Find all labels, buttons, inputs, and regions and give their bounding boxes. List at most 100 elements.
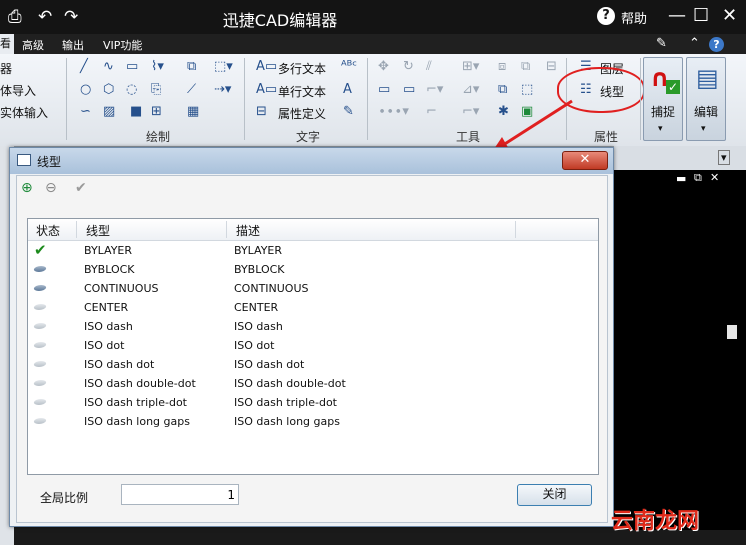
canvas-minimize-icon[interactable]: ▬: [676, 172, 686, 185]
linetype-state-icon: [32, 266, 48, 272]
linetype-state-icon: [32, 342, 48, 348]
table-row[interactable]: ✔ BYLAYER BYLAYER: [28, 241, 598, 261]
group-icon[interactable]: ⧈: [498, 59, 506, 74]
text-edit-icon[interactable]: ✎: [343, 104, 354, 119]
linetype-description: ISO dot: [234, 339, 275, 352]
line-icon[interactable]: ╱: [80, 59, 88, 74]
rotate-icon[interactable]: ↻: [403, 59, 414, 74]
circle-icon[interactable]: ○: [80, 82, 91, 97]
dots-icon[interactable]: ∙∙∙▾: [378, 104, 409, 119]
trim-icon[interactable]: ⌐▾: [426, 82, 443, 97]
box2-icon[interactable]: ▭: [403, 82, 415, 97]
snap-button[interactable]: ∩ ✓ 捕捉 ▾: [643, 57, 683, 141]
text-icon[interactable]: A▭: [256, 82, 277, 97]
drawing-canvas[interactable]: ▬ ⧉ ✕: [614, 170, 746, 530]
edit-button[interactable]: ▤ 编辑 ▾: [686, 57, 726, 141]
arrow-dropdown-icon[interactable]: ⇢▾: [214, 82, 231, 97]
load-linetype-icon[interactable]: ⊕: [21, 180, 33, 196]
column-header-linetype[interactable]: 线型: [86, 222, 110, 239]
polygon-icon[interactable]: ⬡: [103, 82, 114, 97]
text-style-icon[interactable]: A: [343, 82, 352, 97]
table-row[interactable]: BYBLOCK BYBLOCK: [28, 261, 598, 280]
dialog-body: ⊕ ⊖ ✔ 状态 线型 描述 ✔ BYLAYER BYLAYER BYBLOCK BYB…: [16, 175, 608, 523]
table-row[interactable]: ISO dash dot ISO dash dot: [28, 356, 598, 375]
delete-linetype-icon[interactable]: ⊖: [45, 180, 57, 196]
array-icon[interactable]: ⊞▾: [462, 59, 479, 74]
global-scale-input[interactable]: [121, 484, 239, 505]
dialog-close-button[interactable]: ✕: [562, 151, 608, 170]
window-close-button[interactable]: ✕: [722, 5, 737, 26]
polyline-icon[interactable]: ∿: [103, 59, 114, 74]
table-row[interactable]: ISO dot ISO dot: [28, 337, 598, 356]
menu-item-active[interactable]: 看: [0, 34, 14, 54]
polyline-dropdown-icon[interactable]: ⌇▾: [151, 59, 164, 74]
linetype-state-icon: [32, 418, 48, 424]
pen-icon[interactable]: ✎: [656, 36, 667, 51]
menu-bar: 看 高级 输出 VIP功能 ✎ ⌃ ?: [0, 34, 746, 54]
spell-icon[interactable]: ᴬᴮᶜ: [341, 59, 357, 74]
linetype-description: BYLAYER: [234, 244, 283, 257]
menu-item-output[interactable]: 输出: [62, 37, 84, 53]
mirror-icon[interactable]: ⫽: [426, 59, 432, 74]
watermark-text: 云南龙网: [611, 509, 700, 534]
mtext-icon[interactable]: A▭: [256, 59, 277, 74]
chamfer-icon[interactable]: ⌐▾: [462, 104, 479, 119]
mtext-label[interactable]: 多行文本: [278, 60, 326, 77]
set-current-icon[interactable]: ✔: [75, 180, 87, 196]
block-icon[interactable]: ⧉: [187, 59, 196, 74]
chevron-down-icon: ▾: [658, 124, 663, 134]
help-icon[interactable]: ?: [597, 7, 615, 25]
linetype-list[interactable]: 状态 线型 描述 ✔ BYLAYER BYLAYER BYBLOCK BYBLOCK CO…: [27, 218, 599, 475]
global-scale-label: 全局比例: [40, 491, 89, 505]
table-row[interactable]: ISO dash ISO dash: [28, 318, 598, 337]
table-row[interactable]: ISO dash long gaps ISO dash long gaps: [28, 413, 598, 432]
canvas-close-icon[interactable]: ✕: [710, 171, 719, 184]
ungroup-icon[interactable]: ⧉: [521, 59, 530, 74]
menu-item-vip[interactable]: VIP功能: [103, 37, 142, 53]
collapse-icon[interactable]: ⌃: [689, 36, 700, 51]
fillet-icon[interactable]: ⌐: [426, 104, 437, 119]
box-icon[interactable]: ▭: [378, 82, 390, 97]
dialog-title-bar[interactable]: 线型 ✕: [10, 148, 613, 174]
rectangle-icon[interactable]: ▭: [126, 59, 138, 74]
linetype-state-icon: [32, 361, 48, 367]
scale-icon[interactable]: ⊿▾: [462, 82, 479, 97]
ribbon-left-item[interactable]: 实体输入: [0, 104, 48, 121]
column-header-description[interactable]: 描述: [236, 222, 260, 239]
point-icon[interactable]: ■: [130, 104, 142, 119]
insert-icon[interactable]: ⊞: [151, 104, 162, 119]
ribbon: 器 体导入 实体输入 ╱ ∿ ▭ ⌇▾ ⧉ ⬚▾ ○ ⬡ ◌ ⎘ ⟋ ⇢▾ ∽ …: [0, 54, 746, 147]
table-row[interactable]: ISO dash triple-dot ISO dash triple-dot: [28, 394, 598, 413]
drawing-tabs: ▾: [614, 146, 746, 170]
table-row[interactable]: CENTER CENTER: [28, 299, 598, 318]
table-row[interactable]: CONTINUOUS CONTINUOUS: [28, 280, 598, 299]
attdef-icon[interactable]: ⊟: [256, 104, 267, 119]
help-label[interactable]: 帮助: [621, 8, 647, 27]
close-button[interactable]: 关闭: [517, 484, 592, 506]
explode-icon[interactable]: ⊟: [546, 59, 557, 74]
info-icon[interactable]: ?: [709, 37, 724, 52]
linetype-description: ISO dash triple-dot: [234, 396, 337, 409]
canvas-restore-icon[interactable]: ⧉: [694, 171, 702, 185]
linetype-description: CONTINUOUS: [234, 282, 309, 295]
linetype-description: ISO dash: [234, 320, 283, 333]
copy-icon[interactable]: ⎘: [151, 82, 161, 97]
table-row[interactable]: ISO dash double-dot ISO dash double-dot: [28, 375, 598, 394]
ribbon-left-item[interactable]: 体导入: [0, 82, 36, 99]
select-icon[interactable]: ⬚▾: [214, 59, 233, 74]
hatch-icon[interactable]: ▨: [103, 104, 115, 119]
menu-item-advanced[interactable]: 高级: [22, 37, 44, 53]
minimize-button[interactable]: —: [668, 5, 686, 26]
table-icon[interactable]: ▦: [187, 104, 199, 119]
maximize-button[interactable]: ☐: [693, 5, 709, 26]
brush-icon[interactable]: ⟋: [187, 82, 196, 97]
column-header-state[interactable]: 状态: [36, 222, 60, 239]
attdef-label[interactable]: 属性定义: [278, 105, 326, 122]
tab-dropdown-icon[interactable]: ▾: [718, 150, 730, 165]
scrollbar-thumb[interactable]: [727, 325, 737, 339]
arc-icon[interactable]: ◌: [126, 82, 137, 97]
move-icon[interactable]: ✥: [378, 59, 389, 74]
spline-icon[interactable]: ∽: [80, 104, 91, 119]
ribbon-left-item[interactable]: 器: [0, 60, 12, 77]
text-label[interactable]: 单行文本: [278, 83, 326, 100]
